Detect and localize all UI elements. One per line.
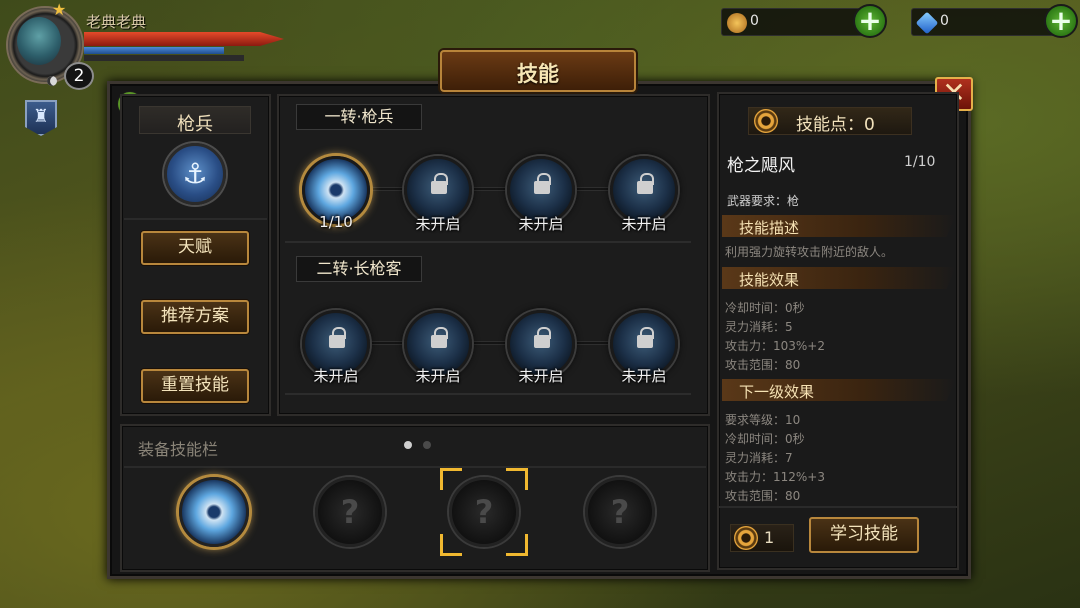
skill-orb-label: 未开启 [415, 367, 461, 385]
effect-title: 技能效果 [739, 271, 800, 289]
exp-bar [84, 55, 244, 61]
effect-stat: 冷却时间：0秒 [725, 301, 805, 315]
skill-orb-label: 未开启 [518, 367, 564, 385]
equip-slot-3[interactable]: ? [449, 477, 519, 547]
tier-1-connector [335, 187, 647, 191]
next-stat: 攻击范围：80 [725, 489, 801, 503]
tier-2-title: 二转·长枪客 [296, 256, 422, 282]
equip-slot-2[interactable]: ? [315, 477, 385, 547]
page-dot-active[interactable] [404, 441, 412, 449]
skill-description: 利用强力旋转攻击附近的敌人。 [725, 245, 894, 259]
lock-icon [637, 327, 654, 348]
effect-stat: 灵力消耗：5 [725, 320, 793, 334]
player-name: 老典老典 [86, 13, 147, 31]
skill-name: 枪之飓风 [727, 156, 795, 176]
vip-star-icon: ★ [52, 0, 67, 19]
skill-point-icon [734, 526, 758, 550]
avatar[interactable] [17, 17, 61, 65]
skill-orb-label: 未开启 [313, 367, 359, 385]
next-stat: 冷却时间：0秒 [725, 432, 805, 446]
class-name: 枪兵 [177, 114, 213, 135]
skill-orb-label: 未开启 [621, 215, 667, 233]
lock-icon [534, 173, 551, 194]
tier-1-title: 一转·枪兵 [296, 104, 422, 130]
diamond-icon [915, 11, 939, 35]
equip-slot-1[interactable] [179, 477, 249, 547]
add-gold-button[interactable]: + [853, 4, 887, 38]
hp-bar [84, 32, 284, 46]
tier-divider [285, 393, 691, 395]
equip-divider [124, 466, 706, 468]
learn-cost: 1 [764, 528, 775, 547]
skill-orb-label: 1/10 [319, 213, 353, 231]
guild-banner-icon[interactable]: ♜ [25, 100, 57, 136]
effect-stat: 攻击力：103%+2 [725, 339, 825, 353]
window-title: 技能 [517, 62, 559, 86]
next-level-title: 下一级效果 [739, 383, 815, 401]
diamond-currency: 0 [911, 8, 1061, 36]
skill-point-icon [754, 109, 778, 133]
moon-icon [47, 76, 57, 86]
player-level-badge: 2 [64, 62, 94, 90]
talent-button[interactable]: 天赋 [141, 231, 249, 265]
effect-stat: 攻击范围：80 [725, 358, 801, 372]
lock-icon [431, 327, 448, 348]
skill-orb-label: 未开启 [518, 215, 564, 233]
lock-icon [534, 327, 551, 348]
next-stat: 攻击力：112%+3 [725, 470, 825, 484]
equip-slot-4[interactable]: ? [585, 477, 655, 547]
skill-points: 技能点：0 [796, 115, 875, 135]
add-diamond-button[interactable]: + [1044, 4, 1078, 38]
skill-orb-label: 未开启 [621, 367, 667, 385]
class-divider [124, 218, 267, 220]
gold-currency: 0 [721, 8, 871, 36]
next-stat: 要求等级：10 [725, 413, 801, 427]
skill-level: 1/10 [904, 154, 936, 170]
weapon-requirement: 武器要求：枪 [727, 194, 800, 208]
page-dot[interactable] [423, 441, 431, 449]
tier-divider [285, 241, 691, 243]
lock-icon [637, 173, 654, 194]
lock-icon [431, 173, 448, 194]
spear-class-icon: ⚓ [164, 143, 226, 205]
tier-2-connector [335, 341, 647, 345]
diamond-value: 0 [940, 13, 949, 29]
recommend-button[interactable]: 推荐方案 [141, 300, 249, 334]
gold-value: 0 [750, 13, 759, 29]
skill-orb-label: 未开启 [415, 215, 461, 233]
desc-title: 技能描述 [739, 219, 800, 237]
learn-skill-button[interactable]: 学习技能 [809, 517, 919, 553]
lock-icon [329, 327, 346, 348]
coin-icon [727, 13, 747, 33]
mp-bar [84, 47, 224, 54]
equip-skill-title: 装备技能栏 [138, 440, 219, 459]
next-stat: 灵力消耗：7 [725, 451, 793, 465]
info-divider [719, 506, 957, 508]
reset-skills-button[interactable]: 重置技能 [141, 369, 249, 403]
